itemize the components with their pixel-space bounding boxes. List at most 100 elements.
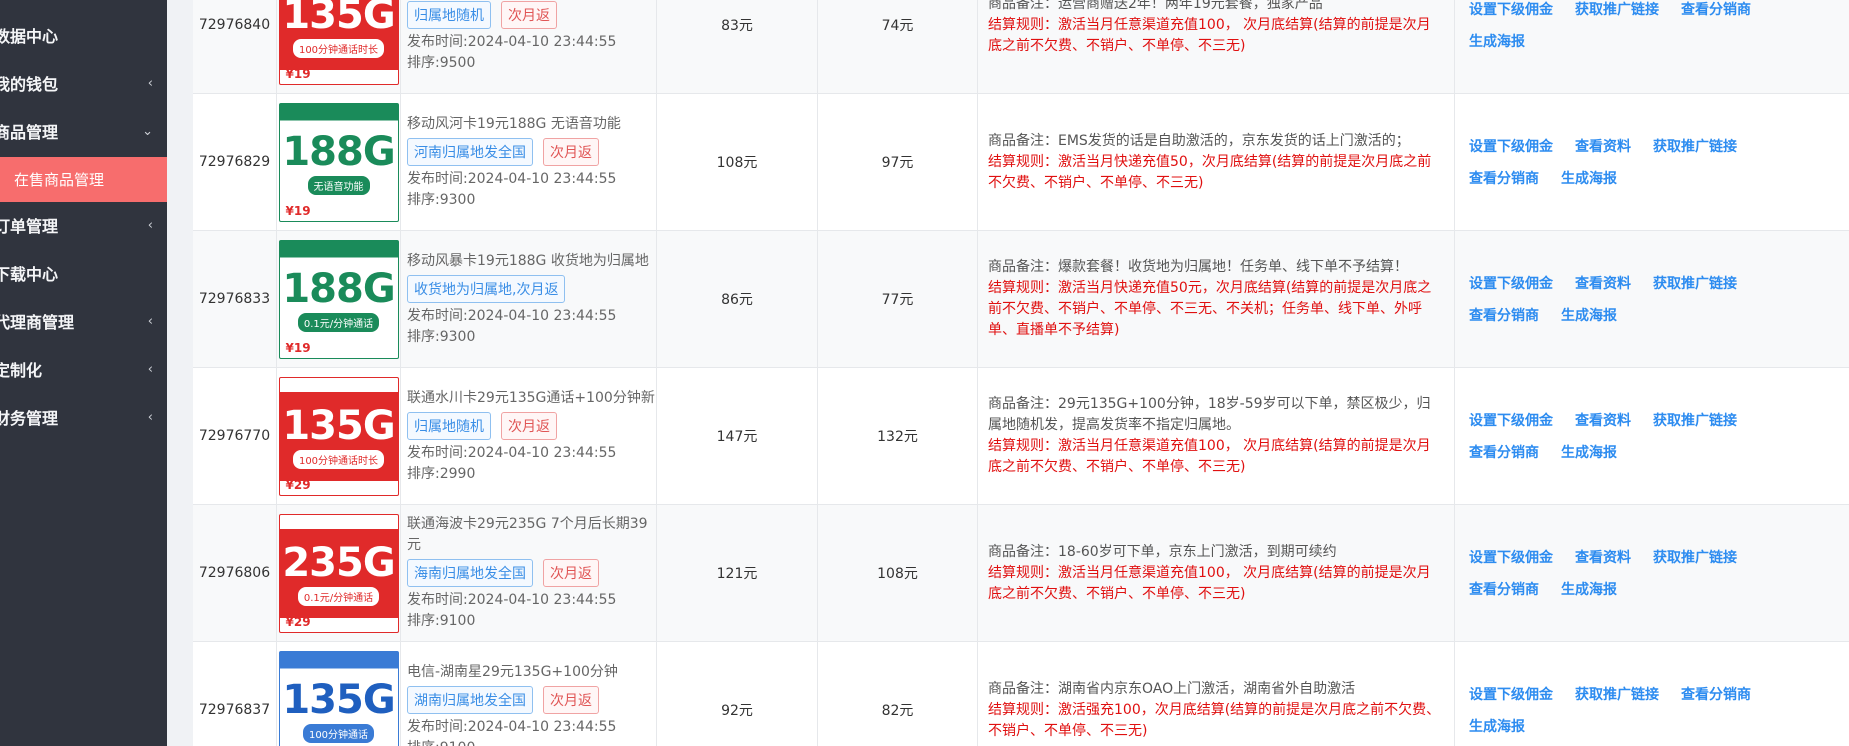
settlement-rule: 结算规则：激活当月任意渠道充值100， 次月底结算(结算的前提是次月底之前不欠费… [988, 438, 1431, 475]
row-action-link[interactable]: 获取推广链接 [1653, 136, 1737, 156]
product-tag: 次月返 [501, 0, 557, 29]
thumb-price: ¥19 [285, 66, 311, 81]
row-action-link[interactable]: 获取推广链接 [1653, 273, 1737, 293]
row-action-link[interactable]: 设置下级佣金 [1469, 684, 1553, 704]
sidebar-item-data-center[interactable]: 数据中心 [0, 11, 167, 59]
row-action-link[interactable]: 获取推广链接 [1653, 547, 1737, 567]
product-note: 商品备注：29元135G+100分钟，18岁-59岁可以下单，禁区极少，归属地随… [988, 396, 1431, 433]
chevron-left-icon: ‹ [147, 409, 153, 425]
row-action-link[interactable]: 查看资料 [1575, 547, 1631, 567]
row-actions-cell: 设置下级佣金 查看资料 获取推广链接查看分销商 生成海报 [1455, 368, 1849, 504]
product-image-cell: 135G 100分钟通话 [277, 642, 401, 746]
product-note-cell: 商品备注：运营商赠送2年！两年19元套餐，独家产品 结算规则：激活当月任意渠道充… [978, 0, 1455, 93]
product-id: 72976833 [193, 231, 277, 367]
row-action-link[interactable]: 生成海报 [1469, 716, 1525, 736]
sidebar-item-goods[interactable]: 商品管理 ⌄ [0, 107, 167, 155]
product-tag: 次月返 [543, 137, 599, 166]
product-thumbnail[interactable]: 135G 100分钟通话时长 ¥19 [278, 0, 399, 85]
product-title: 电信-湖南星29元135G+100分钟 [407, 663, 618, 680]
sidebar-item-agents[interactable]: 代理商管理 ‹ [0, 297, 167, 345]
price-primary: 121元 [657, 505, 818, 641]
product-id: 72976829 [193, 94, 277, 230]
product-title: 联通海波卡29元235G 7个月后长期39元 [407, 516, 648, 553]
chevron-left-icon: ‹ [147, 75, 153, 91]
product-thumbnail[interactable]: 135G 100分钟通话 [278, 650, 399, 746]
row-action-link[interactable]: 查看分销商 [1469, 579, 1539, 599]
sort-order: 排序:9100 [407, 738, 475, 746]
row-action-link[interactable]: 查看分销商 [1681, 684, 1751, 704]
product-info-cell: 联通水川卡29元135G通话+100分钟新 归属地随机 次月返 发布时间:2024… [401, 368, 657, 504]
row-action-link[interactable]: 查看资料 [1575, 410, 1631, 430]
thumb-subtitle: 100分钟通话 [302, 723, 375, 743]
product-title: 移动风河卡19元188G 无语音功能 [407, 115, 621, 132]
product-info-cell: 联通海波卡29元235G 7个月后长期39元 海南归属地发全国 次月返 发布时间:… [401, 505, 657, 641]
product-note-cell: 商品备注：EMS发货的话是自助激活的，京东发货的话上门激活的； 结算规则：激活当… [978, 94, 1455, 230]
product-note: 商品备注：爆款套餐！收货地为归属地！任务单、线下单不予结算！ [988, 259, 1408, 275]
row-action-link[interactable]: 设置下级佣金 [1469, 136, 1553, 156]
row-action-link[interactable]: 查看分销商 [1469, 305, 1539, 325]
content-gutter [167, 0, 193, 746]
settlement-rule: 结算规则：激活当月快递充值50元，次月底结算(结算的前提是次月底之前不欠费、不销… [988, 280, 1432, 338]
sort-order: 排序:2990 [407, 465, 476, 482]
product-note-cell: 商品备注：湖南省内京东OAO上门激活，湖南省外自助激活 结算规则：激活强充100… [978, 642, 1455, 746]
product-tag: 归属地随机 [407, 0, 491, 29]
settlement-rule: 结算规则：激活当月任意渠道充值100， 次月底结算(结算的前提是次月底之前不欠费… [988, 564, 1431, 602]
row-action-link[interactable]: 设置下级佣金 [1469, 273, 1553, 293]
table-row: 72976829 188G 无语音功能 ¥19 移动风河卡19元188G 无语音… [193, 94, 1849, 231]
product-thumbnail[interactable]: 235G 0.1元/分钟通话 ¥29 [278, 513, 399, 633]
product-id: 72976837 [193, 642, 277, 746]
sidebar-item-finance[interactable]: 财务管理 ‹ [0, 393, 167, 441]
row-action-link[interactable]: 获取推广链接 [1575, 684, 1659, 704]
row-action-link[interactable]: 查看资料 [1575, 273, 1631, 293]
sidebar-item-wallet[interactable]: 我的钱包 ‹ [0, 59, 167, 107]
publish-time: 发布时间:2024-04-10 23:44:55 [407, 718, 617, 735]
product-info-cell: 移动风河卡19元188G 无语音功能 河南归属地发全国 次月返 发布时间:2024… [401, 94, 657, 230]
sidebar-item-label: 财务管理 [0, 409, 59, 428]
publish-time: 发布时间:2024-04-10 23:44:55 [407, 33, 617, 50]
price-primary: 86元 [657, 231, 818, 367]
row-action-link[interactable]: 设置下级佣金 [1469, 410, 1553, 430]
product-thumbnail[interactable]: 188G 无语音功能 ¥19 [278, 102, 399, 222]
product-tag: 收货地为归属地,次月返 [407, 274, 566, 303]
goods-table: 72976840 135G 100分钟通话时长 ¥19 (2-23个月19元) … [193, 0, 1849, 746]
product-tags: 收货地为归属地,次月返 [407, 274, 566, 303]
row-action-link[interactable]: 获取推广链接 [1653, 410, 1737, 430]
row-action-link[interactable]: 生成海报 [1561, 168, 1617, 188]
row-action-link[interactable]: 查看分销商 [1469, 168, 1539, 188]
price-secondary: 74元 [818, 0, 978, 93]
price-secondary: 82元 [818, 642, 978, 746]
sidebar-item-orders[interactable]: 订单管理 ‹ [0, 201, 167, 249]
thumb-price: ¥19 [285, 203, 311, 218]
table-row: 72976770 135G 100分钟通话时长 ¥29 联通水川卡29元135G… [193, 368, 1849, 505]
product-title: 联通水川卡29元135G通话+100分钟新 [407, 389, 655, 406]
thumb-data-amount: 135G [282, 0, 395, 38]
sidebar-subitem-label: 在售商品管理 [14, 171, 105, 189]
row-action-link[interactable]: 查看资料 [1575, 136, 1631, 156]
sidebar-item-custom[interactable]: 定制化 ‹ [0, 345, 167, 393]
row-action-link[interactable]: 设置下级佣金 [1469, 547, 1553, 567]
row-action-link[interactable]: 查看分销商 [1681, 0, 1751, 19]
row-actions-cell: 设置下级佣金 查看资料 获取推广链接查看分销商 生成海报 [1455, 231, 1849, 367]
sidebar-item-downloads[interactable]: 下载中心 [0, 249, 167, 297]
thumb-subtitle: 0.1元/分钟通话 [297, 312, 380, 332]
sidebar-item-label: 数据中心 [0, 27, 59, 46]
thumb-data-amount: 135G [282, 402, 395, 449]
row-action-link[interactable]: 生成海报 [1561, 579, 1617, 599]
price-primary: 83元 [657, 0, 818, 93]
chevron-left-icon: ‹ [147, 361, 153, 377]
product-thumbnail[interactable]: 188G 0.1元/分钟通话 ¥19 [278, 239, 399, 359]
row-action-link[interactable]: 设置下级佣金 [1469, 0, 1553, 19]
price-secondary: 132元 [818, 368, 978, 504]
sidebar-item-label: 下载中心 [0, 265, 59, 284]
sidebar-subitem-on-sale[interactable]: 在售商品管理 [0, 157, 167, 202]
product-thumbnail[interactable]: 135G 100分钟通话时长 ¥29 [278, 376, 399, 496]
row-action-link[interactable]: 查看分销商 [1469, 442, 1539, 462]
product-info-cell: 电信-湖南星29元135G+100分钟 湖南归属地发全国 次月返 发布时间:202… [401, 642, 657, 746]
row-action-link[interactable]: 生成海报 [1561, 442, 1617, 462]
row-action-link[interactable]: 获取推广链接 [1575, 0, 1659, 19]
product-tag: 次月返 [543, 685, 599, 714]
product-tags: 归属地随机 次月返 [407, 0, 557, 29]
row-action-link[interactable]: 生成海报 [1561, 305, 1617, 325]
price-secondary: 77元 [818, 231, 978, 367]
row-action-link[interactable]: 生成海报 [1469, 31, 1525, 51]
